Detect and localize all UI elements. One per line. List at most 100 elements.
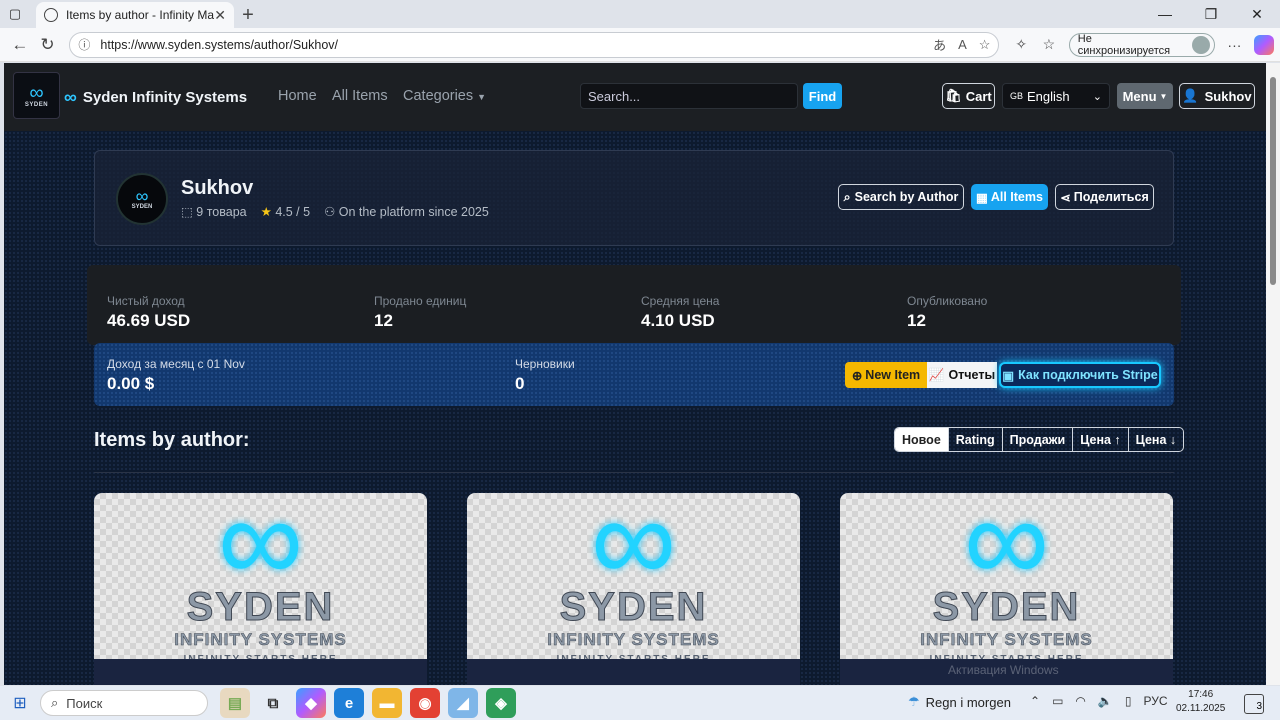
sort-sales[interactable]: Продажи — [1001, 428, 1073, 451]
search-input[interactable]: Search... — [580, 83, 798, 109]
favorites-icon[interactable]: ☆ — [1035, 36, 1063, 53]
nav-categories-dropdown[interactable]: Categories ▼ — [403, 88, 486, 104]
volume-icon[interactable]: 🔈 — [1098, 694, 1113, 708]
chart-icon: 📈 — [928, 367, 945, 382]
network-icon[interactable]: ▭ — [1052, 694, 1063, 708]
menu-button[interactable]: Menu ▼ — [1117, 83, 1173, 109]
read-aloud-icon[interactable]: A — [958, 37, 967, 52]
start-windows-icon[interactable]: ⊞ — [0, 693, 40, 713]
profile-avatar — [1191, 35, 1210, 54]
app-icon[interactable]: ◢ — [448, 688, 478, 718]
infinity-icon: ∞ — [963, 493, 1050, 607]
minimize-icon[interactable]: — — [1142, 0, 1188, 28]
close-tab-icon[interactable]: ✕ — [214, 7, 226, 24]
item-card-image[interactable]: ∞ SYDEN INFINITY SYSTEMS INFINITY STARTS… — [94, 493, 427, 668]
language-indicator[interactable]: РУС — [1143, 694, 1167, 708]
nav-link-home[interactable]: Home — [278, 88, 317, 104]
brand-link[interactable]: ∞ Syden Infinity Systems — [64, 87, 247, 108]
new-tab-button[interactable]: + — [234, 2, 262, 28]
plus-circle-icon: ⊕ — [851, 368, 863, 383]
new-item-button[interactable]: ⊕ New Item — [845, 362, 927, 388]
favorite-star-icon[interactable]: ☆ — [979, 37, 991, 53]
caret-down-icon: ▼ — [1159, 91, 1168, 101]
monthly-income: Доход за месяц с 01 Nov 0.00 $ — [107, 357, 245, 394]
widgets-icon[interactable]: ▤ — [220, 688, 250, 718]
maximize-icon[interactable]: ❐ — [1188, 0, 1234, 28]
edge-icon[interactable]: e — [334, 688, 364, 718]
item-card-footer — [467, 659, 800, 685]
nav-link-all-items[interactable]: All Items — [332, 88, 388, 104]
extensions-icon[interactable]: ✧ — [1007, 36, 1035, 53]
clock[interactable]: 17:46 02.11.2025 — [1176, 688, 1225, 716]
menu-label: Menu — [1122, 88, 1157, 104]
tab-active[interactable]: Items by author - Infinity Market ✕ — [36, 2, 234, 28]
item-card-image[interactable]: ∞ SYDEN INFINITY SYSTEMS INFINITY STARTS… — [840, 493, 1173, 668]
taskbar-apps: ▤ ⧉ ◆ e ▬ ◉ ◢ ◈ — [220, 688, 516, 718]
logo-text: SYDEN — [24, 101, 49, 108]
all-items-button[interactable]: ▦ All Items — [971, 184, 1048, 210]
sort-price-desc[interactable]: Цена ↓ — [1127, 428, 1183, 451]
task-view-icon[interactable]: ⧉ — [258, 688, 288, 718]
monthly-income-label: Доход за месяц с 01 Nov — [107, 357, 245, 371]
stats-panel: Чистый доход 46.69 USD Продано единиц 12 С… — [87, 265, 1181, 345]
infinity-icon: ∞ — [64, 87, 77, 107]
address-bar-row: ← ↻ ⓘ https://www.syden.systems/author/S… — [0, 28, 1280, 62]
chrome-icon[interactable]: ◉ — [410, 688, 440, 718]
scrollbar-thumb[interactable] — [1270, 77, 1276, 285]
item-card[interactable]: ∞ SYDEN INFINITY SYSTEMS INFINITY STARTS… — [94, 493, 427, 685]
weather-widget[interactable]: ☂ Regn i morgen — [908, 694, 1011, 710]
url-field[interactable]: ⓘ https://www.syden.systems/author/Sukho… — [69, 31, 1000, 58]
items-heading: Items by author: — [94, 429, 250, 451]
drafts-value: 0 — [515, 374, 525, 393]
battery-icon[interactable]: ▯ — [1125, 694, 1132, 708]
card-logo-word: SYDEN — [559, 585, 708, 630]
copilot-icon[interactable] — [1254, 34, 1274, 55]
reports-label: Отчеты — [948, 368, 996, 382]
notifications-icon[interactable]: 3 — [1244, 694, 1264, 714]
tab-actions-icon[interactable]: ▢ — [0, 0, 30, 28]
sort-newest[interactable]: Новое — [895, 428, 948, 451]
user-button[interactable]: 👤 Sukhov — [1179, 83, 1255, 109]
taskbar-search[interactable]: ⌕ Поиск — [40, 690, 208, 716]
sort-rating[interactable]: Rating — [947, 428, 1002, 451]
item-card-image[interactable]: ∞ SYDEN INFINITY SYSTEMS INFINITY STARTS… — [467, 493, 800, 668]
reports-button[interactable]: 📈 Отчеты — [927, 362, 997, 388]
file-explorer-icon[interactable]: ▬ — [372, 688, 402, 718]
taskbar: ⊞ ⌕ Поиск ▤ ⧉ ◆ e ▬ ◉ ◢ ◈ ☂ Regn i morgen … — [0, 686, 1280, 720]
chevron-up-icon[interactable]: ⌃ — [1030, 694, 1040, 708]
find-button[interactable]: Find — [803, 83, 842, 109]
all-items-label: All Items — [990, 190, 1043, 204]
cart-label: Cart — [965, 88, 992, 104]
wifi-icon[interactable]: ◠ — [1075, 694, 1085, 708]
sort-price-asc[interactable]: Цена ↑ — [1072, 428, 1127, 451]
share-label: Поделиться — [1073, 190, 1149, 204]
url-text[interactable]: https://www.syden.systems/author/Sukhov/ — [100, 38, 921, 52]
items-count: ⬚ 9 товара — [181, 204, 247, 219]
item-card[interactable]: ∞ SYDEN INFINITY SYSTEMS INFINITY STARTS… — [467, 493, 800, 685]
stat-label: Продано единиц — [374, 294, 467, 308]
stat-value: 12 — [374, 311, 393, 330]
site-info-icon[interactable]: ⓘ — [78, 36, 100, 53]
copilot-app-icon[interactable]: ◆ — [296, 688, 326, 718]
language-select[interactable]: GB English ⌄ — [1002, 83, 1110, 109]
cart-icon: 🛍 — [945, 88, 962, 103]
app-icon[interactable]: ◈ — [486, 688, 516, 718]
item-card[interactable]: ∞ SYDEN INFINITY SYSTEMS INFINITY STARTS… — [840, 493, 1173, 685]
search-by-author-button[interactable]: ⌕ Search by Author — [838, 184, 964, 210]
back-icon[interactable]: ← — [6, 31, 34, 59]
site-logo[interactable]: ∞ SYDEN — [13, 72, 60, 119]
stat-label: Опубликовано — [907, 294, 988, 308]
cart-button[interactable]: 🛍 Cart — [942, 83, 995, 109]
share-button[interactable]: ⋖ Поделиться — [1055, 184, 1154, 210]
sync-status-button[interactable]: Не синхронизируется — [1068, 32, 1215, 57]
brand-name: Syden Infinity Systems — [82, 89, 248, 106]
close-window-icon[interactable]: ✕ — [1234, 0, 1280, 28]
stripe-guide-button[interactable]: ▣ Как подключить Stripe — [999, 362, 1161, 388]
share-icon: ⋖ — [1060, 190, 1071, 205]
stat-published: Опубликовано 12 — [907, 294, 987, 331]
more-icon[interactable]: ··· — [1221, 37, 1249, 53]
refresh-icon[interactable]: ↻ — [34, 31, 62, 59]
scrollbar[interactable] — [1266, 63, 1280, 685]
translate-icon[interactable]: あ — [933, 35, 946, 54]
stat-value: 12 — [907, 311, 926, 330]
